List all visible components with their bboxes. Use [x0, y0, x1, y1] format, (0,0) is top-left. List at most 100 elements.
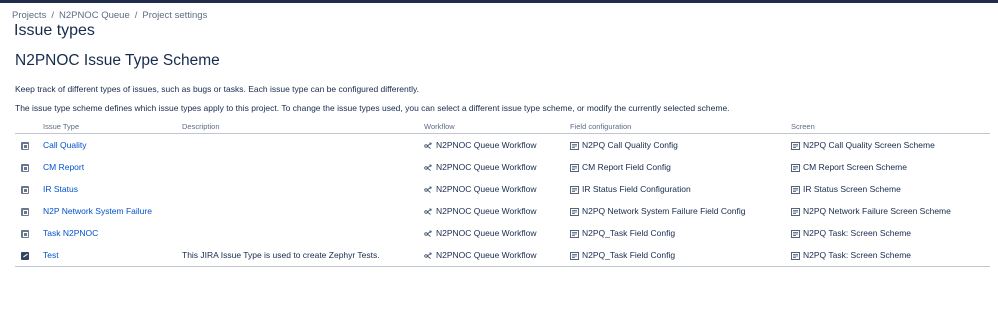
table-row: Test This JIRA Issue Type is used to crea…: [15, 244, 990, 267]
workflow-icon: [424, 208, 433, 216]
issue-type-icon-cell: [15, 200, 43, 222]
field-configuration-cell: N2PQ_Task Field Config: [570, 244, 791, 267]
issue-type-icon: [21, 207, 29, 216]
breadcrumb-project[interactable]: N2PNOC Queue: [59, 10, 130, 21]
field-configuration-icon: [570, 229, 579, 238]
screen-scheme-icon: [791, 207, 800, 216]
issue-type-icon: [21, 185, 29, 194]
table-row: Task N2PNOC N2PNOC Queue Workflow N2PQ_Tas…: [15, 222, 990, 244]
screen-scheme-name: CM Report Screen Scheme: [803, 162, 907, 172]
breadcrumb-project-settings[interactable]: Project settings: [142, 10, 207, 21]
screen-cell: N2PQ Network Failure Screen Scheme: [791, 200, 990, 222]
issue-type-link[interactable]: Task N2PNOC: [43, 228, 98, 238]
issue-type-cell: IR Status: [43, 178, 182, 200]
issue-type-icon: [21, 163, 29, 172]
workflow-name: N2PNOC Queue Workflow: [436, 250, 537, 260]
workflow-name: N2PNOC Queue Workflow: [436, 162, 537, 172]
workflow-cell: N2PNOC Queue Workflow: [424, 244, 570, 267]
field-configuration-name: N2PQ Network System Failure Field Config: [582, 206, 746, 216]
breadcrumb-separator: /: [134, 10, 138, 21]
screen-scheme-icon: [791, 163, 800, 172]
issue-type-link[interactable]: CM Report: [43, 162, 84, 172]
field-configuration-cell: N2PQ Network System Failure Field Config: [570, 200, 791, 222]
workflow-name: N2PNOC Queue Workflow: [436, 228, 537, 238]
description-cell: [182, 200, 424, 222]
field-configuration-cell: N2PQ Call Quality Config: [570, 134, 791, 157]
description-cell: [182, 222, 424, 244]
workflow-icon: [424, 142, 433, 150]
breadcrumb-projects[interactable]: Projects: [12, 10, 46, 21]
table-row: CM Report N2PNOC Queue Workflow CM Report …: [15, 156, 990, 178]
icon-column-header: [15, 119, 43, 134]
table-row: N2P Network System Failure N2PNOC Queue W…: [15, 200, 990, 222]
description-cell: This JIRA Issue Type is used to create Z…: [182, 244, 424, 267]
issue-type-icon: [21, 141, 29, 150]
workflow-column-header: Workflow: [424, 119, 570, 134]
workflow-name: N2PNOC Queue Workflow: [436, 206, 537, 216]
field-configuration-cell: N2PQ_Task Field Config: [570, 222, 791, 244]
workflow-icon: [424, 186, 433, 194]
issue-types-description: Keep track of different types of issues,…: [15, 84, 419, 94]
issue-type-icon-cell: [15, 156, 43, 178]
workflow-name: N2PNOC Queue Workflow: [436, 140, 537, 150]
screen-scheme-name: N2PQ Task: Screen Scheme: [803, 228, 912, 238]
workflow-cell: N2PNOC Queue Workflow: [424, 222, 570, 244]
issue-type-icon: [21, 229, 29, 238]
screen-column-header: Screen: [791, 119, 990, 134]
breadcrumb: Projects / N2PNOC Queue / Project settings: [12, 10, 207, 21]
issue-type-link[interactable]: IR Status: [43, 184, 78, 194]
issue-type-cell: Test: [43, 244, 182, 267]
scheme-description: The issue type scheme defines which issu…: [15, 103, 730, 113]
workflow-cell: N2PNOC Queue Workflow: [424, 134, 570, 157]
issue-type-cell: N2P Network System Failure: [43, 200, 182, 222]
workflow-icon: [424, 164, 433, 172]
issue-type-icon-cell: [15, 222, 43, 244]
workflow-cell: N2PNOC Queue Workflow: [424, 178, 570, 200]
workflow-name: N2PNOC Queue Workflow: [436, 184, 537, 194]
workflow-cell: N2PNOC Queue Workflow: [424, 200, 570, 222]
description-cell: [182, 134, 424, 157]
test-issue-icon: [21, 251, 29, 260]
screen-scheme-icon: [791, 185, 800, 194]
field-configuration-icon: [570, 141, 579, 150]
field-configuration-name: IR Status Field Configuration: [582, 184, 691, 194]
workflow-cell: N2PNOC Queue Workflow: [424, 156, 570, 178]
field-configuration-name: N2PQ_Task Field Config: [582, 228, 676, 238]
scheme-title: N2PNOC Issue Type Scheme: [15, 52, 220, 69]
field-configuration-cell: CM Report Field Config: [570, 156, 791, 178]
workflow-icon: [424, 252, 433, 260]
description-column-header: Description: [182, 119, 424, 134]
table-row: Call Quality N2PNOC Queue Workflow N2PQ Ca…: [15, 134, 990, 157]
issue-type-icon-cell: [15, 134, 43, 157]
screen-scheme-name: IR Status Screen Scheme: [803, 184, 901, 194]
issue-type-icon-cell: [15, 244, 43, 267]
table-row: IR Status N2PNOC Queue Workflow IR Status …: [15, 178, 990, 200]
issue-type-link[interactable]: Call Quality: [43, 140, 86, 150]
description-cell: [182, 156, 424, 178]
table-header-row: Issue Type Description Workflow Field co…: [15, 119, 990, 134]
screen-cell: CM Report Screen Scheme: [791, 156, 990, 178]
screen-scheme-name: N2PQ Call Quality Screen Scheme: [803, 140, 935, 150]
screen-scheme-icon: [791, 251, 800, 260]
screen-cell: IR Status Screen Scheme: [791, 178, 990, 200]
field-configuration-cell: IR Status Field Configuration: [570, 178, 791, 200]
screen-scheme-icon: [791, 229, 800, 238]
issue-type-cell: CM Report: [43, 156, 182, 178]
top-navigation-bar: [0, 0, 998, 3]
issue-types-table: Issue Type Description Workflow Field co…: [15, 119, 990, 267]
screen-scheme-name: N2PQ Network Failure Screen Scheme: [803, 206, 951, 216]
field-configuration-icon: [570, 163, 579, 172]
issue-type-link[interactable]: N2P Network System Failure: [43, 206, 152, 216]
issue-type-link[interactable]: Test: [43, 250, 59, 260]
breadcrumb-separator: /: [51, 10, 54, 21]
description-cell: [182, 178, 424, 200]
screen-cell: N2PQ Task: Screen Scheme: [791, 222, 990, 244]
field-configuration-icon: [570, 251, 579, 260]
page-title: Issue types: [14, 22, 95, 39]
screen-cell: N2PQ Call Quality Screen Scheme: [791, 134, 990, 157]
issue-type-cell: Call Quality: [43, 134, 182, 157]
field-configuration-icon: [570, 207, 579, 216]
field-configuration-name: N2PQ_Task Field Config: [582, 250, 676, 260]
screen-cell: N2PQ Task: Screen Scheme: [791, 244, 990, 267]
issue-type-column-header: Issue Type: [43, 119, 182, 134]
